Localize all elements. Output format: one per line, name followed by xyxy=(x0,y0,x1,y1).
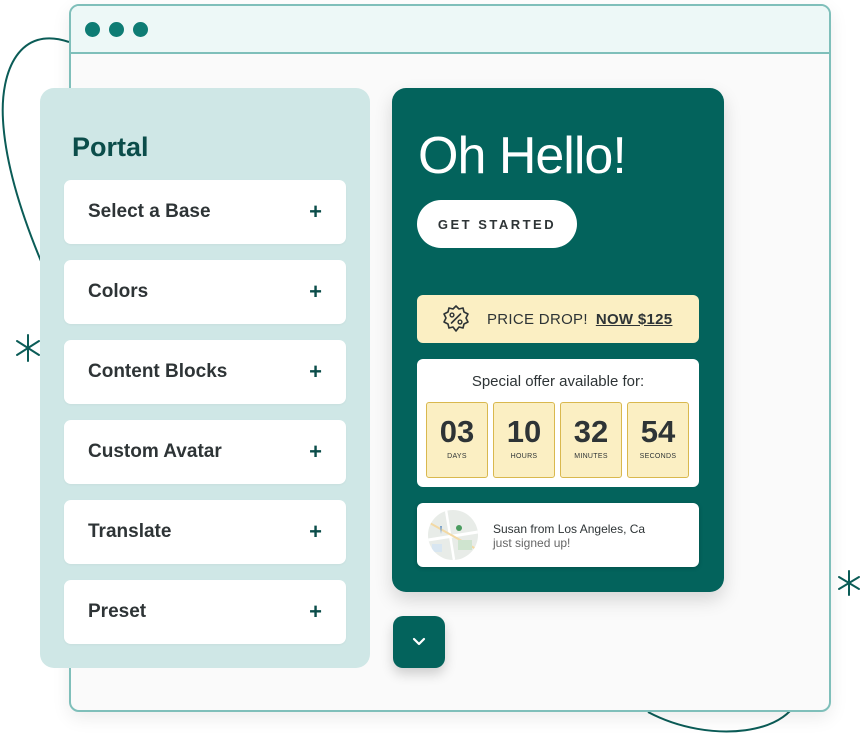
menu-item-custom-avatar[interactable]: Custom Avatar + xyxy=(64,420,346,484)
countdown-value: 54 xyxy=(640,414,676,449)
menu-item-label: Preset xyxy=(88,601,147,622)
menu-item-label: Custom Avatar xyxy=(88,441,222,462)
chevron-down-icon xyxy=(412,637,426,646)
plus-icon: + xyxy=(309,439,322,464)
sparkle-right-icon xyxy=(838,570,860,596)
menu-item-label: Colors xyxy=(88,281,149,302)
portal-panel: Portal Select a Base + Colors + Content … xyxy=(40,88,370,668)
countdown-value: 32 xyxy=(573,414,609,449)
plus-icon: + xyxy=(309,599,322,624)
countdown-hours: 10 HOURS xyxy=(493,402,555,478)
window-close-dot[interactable] xyxy=(85,22,100,37)
sparkle-left-icon xyxy=(16,334,40,362)
countdown-unit: SECONDS xyxy=(639,453,677,460)
scroll-down-button[interactable] xyxy=(393,616,445,668)
offer-title: Special offer available for: xyxy=(471,373,645,390)
price-drop-link[interactable]: NOW $125 xyxy=(596,311,673,328)
menu-item-label: Translate xyxy=(88,521,172,542)
hero-title: Oh Hello! xyxy=(418,127,627,185)
menu-item-preset[interactable]: Preset + xyxy=(64,580,346,644)
window-titlebar xyxy=(71,6,829,54)
price-drop-text: PRICE DROP! xyxy=(487,310,588,328)
price-drop-banner: PRICE DROP! NOW $125 xyxy=(417,295,699,343)
portal-title: Portal xyxy=(72,132,149,162)
countdown-minutes: 32 MINUTES xyxy=(560,402,622,478)
plus-icon: + xyxy=(309,519,322,544)
hero-card: Oh Hello! GET STARTED PRICE DROP! NOW $1… xyxy=(392,88,724,592)
map-icon xyxy=(428,510,478,560)
window-minimize-dot[interactable] xyxy=(109,22,124,37)
countdown-unit: MINUTES xyxy=(574,453,608,460)
menu-item-label: Select a Base xyxy=(88,201,211,222)
countdown-value: 03 xyxy=(439,414,475,449)
window-maximize-dot[interactable] xyxy=(133,22,148,37)
menu-item-translate[interactable]: Translate + xyxy=(64,500,346,564)
plus-icon: + xyxy=(309,359,322,384)
special-offer-card: Special offer available for: 03 DAYS 10 … xyxy=(417,359,699,487)
countdown-unit: HOURS xyxy=(510,453,538,460)
notification-message: just signed up! xyxy=(493,536,571,550)
countdown-seconds: 54 SECONDS xyxy=(627,402,689,478)
menu-item-label: Content Blocks xyxy=(88,361,228,382)
signup-notification[interactable]: Susan from Los Angeles, Ca just signed u… xyxy=(417,503,699,567)
countdown-unit: DAYS xyxy=(447,453,467,460)
menu-item-colors[interactable]: Colors + xyxy=(64,260,346,324)
menu-item-select-a-base[interactable]: Select a Base + xyxy=(64,180,346,244)
plus-icon: + xyxy=(309,279,322,304)
countdown-days: 03 DAYS xyxy=(426,402,488,478)
countdown-value: 10 xyxy=(506,414,542,449)
plus-icon: + xyxy=(309,199,322,224)
notification-name: Susan from Los Angeles, Ca xyxy=(493,522,646,536)
get-started-button[interactable]: GET STARTED xyxy=(417,200,577,248)
menu-item-content-blocks[interactable]: Content Blocks + xyxy=(64,340,346,404)
percent-badge-icon xyxy=(443,305,469,332)
